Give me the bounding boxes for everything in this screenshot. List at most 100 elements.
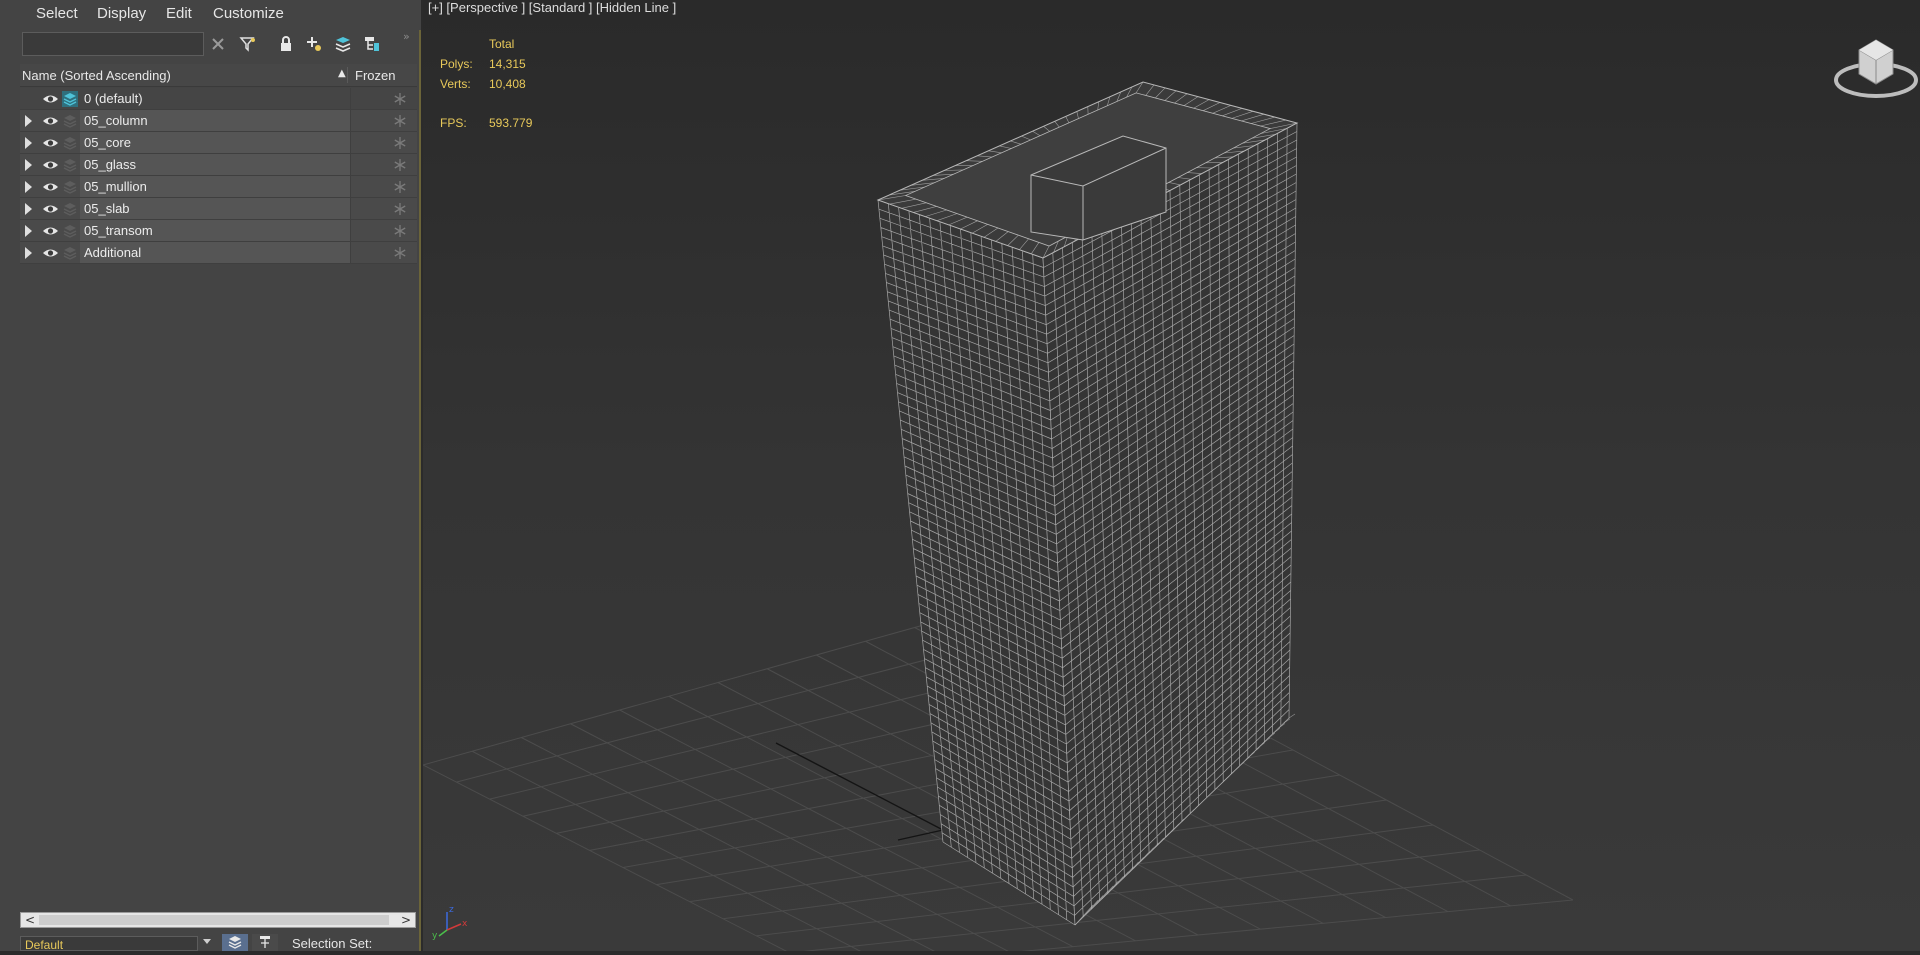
viewcube-icon[interactable] (1833, 28, 1919, 108)
layer-row[interactable]: 05_mullion (20, 176, 417, 198)
axis-gizmo-icon: z x y (432, 905, 468, 940)
current-layer-dropdown[interactable]: Default (20, 936, 198, 952)
column-separator (350, 88, 351, 109)
layer-row[interactable]: 05_core (20, 132, 417, 154)
layer-name-cell[interactable]: 05_glass (80, 154, 350, 175)
lock-icon[interactable] (277, 35, 295, 53)
sort-by-layers-button[interactable] (222, 934, 248, 951)
menu-select[interactable]: Select (36, 5, 78, 22)
freeze-snowflake-icon[interactable] (393, 136, 407, 150)
current-layer-label: Default (25, 938, 64, 952)
layer-icon[interactable] (62, 113, 78, 129)
layer-name-cell[interactable]: 05_transom (80, 220, 350, 241)
layer-row[interactable]: 05_glass (20, 154, 417, 176)
freeze-snowflake-icon[interactable] (393, 180, 407, 194)
column-separator (350, 220, 351, 241)
expand-arrow-icon[interactable] (25, 159, 32, 171)
column-separator (350, 110, 351, 131)
layer-name: 05_glass (84, 157, 137, 172)
column-header-frozen[interactable]: Frozen (355, 68, 395, 83)
layer-name-cell[interactable]: 05_slab (80, 198, 350, 219)
visibility-eye-icon[interactable] (42, 92, 59, 106)
scene-canvas[interactable] (423, 0, 1920, 951)
layer-name-cell[interactable]: 05_column (80, 110, 350, 131)
layer-icon[interactable] (62, 179, 78, 195)
expand-arrow-icon[interactable] (25, 137, 32, 149)
visibility-eye-icon[interactable] (42, 202, 59, 216)
layer-name: 05_core (84, 135, 131, 150)
scroll-left-button[interactable]: < (23, 913, 37, 927)
scene-explorer-panel: Select Display Edit Customize » Name (So… (0, 0, 421, 952)
selection-set-label: Selection Set: (292, 936, 373, 951)
visibility-eye-icon[interactable] (42, 114, 59, 128)
freeze-snowflake-icon[interactable] (393, 114, 407, 128)
verts-label: Verts: (440, 77, 471, 91)
search-input[interactable] (22, 32, 204, 56)
layer-icon[interactable] (62, 201, 78, 217)
sort-ascending-icon: ▲ (338, 68, 346, 79)
sort-by-hierarchy-button[interactable] (252, 934, 278, 951)
horizontal-scrollbar[interactable]: < > (20, 912, 416, 928)
clear-icon[interactable] (209, 35, 227, 53)
expand-arrow-icon[interactable] (25, 181, 32, 193)
layers-mode-icon (228, 936, 242, 949)
visibility-eye-icon[interactable] (42, 180, 59, 194)
active-layer-icon[interactable] (62, 91, 78, 107)
layer-name: 0 (default) (84, 91, 143, 106)
layer-icon[interactable] (62, 157, 78, 173)
expand-arrow-icon[interactable] (25, 225, 32, 237)
column-separator (350, 198, 351, 219)
hierarchy-icon[interactable] (363, 35, 381, 53)
layer-name-cell[interactable]: 05_mullion (80, 176, 350, 197)
menu-customize[interactable]: Customize (213, 5, 284, 22)
layer-name-cell[interactable]: Additional (80, 242, 350, 263)
layer-icon[interactable] (62, 135, 78, 151)
axis-y-label: y (432, 931, 438, 940)
column-separator (350, 154, 351, 175)
freeze-snowflake-icon[interactable] (393, 202, 407, 216)
column-separator (350, 242, 351, 263)
layer-list: 0 (default) 05_column 05_core 05_glass 05_mu… (20, 88, 417, 264)
freeze-snowflake-icon[interactable] (393, 158, 407, 172)
expand-arrow-icon[interactable] (25, 115, 32, 127)
perspective-viewport[interactable]: [+] [Perspective ] [Standard ] [Hidden L… (423, 0, 1920, 951)
layer-icon[interactable] (62, 223, 78, 239)
column-separator (347, 67, 348, 83)
layer-icon[interactable] (62, 245, 78, 261)
expand-arrow-icon[interactable] (25, 203, 32, 215)
axis-z-label: z (449, 905, 454, 915)
viewport-label-menu[interactable]: [+] [Perspective ] [Standard ] [Hidden L… (428, 0, 676, 15)
dropdown-arrow-icon[interactable] (203, 939, 211, 944)
layer-name: 05_transom (84, 223, 153, 238)
layer-row[interactable]: 05_slab (20, 198, 417, 220)
visibility-eye-icon[interactable] (42, 246, 59, 260)
layer-row[interactable]: Additional (20, 242, 417, 264)
scroll-right-button[interactable]: > (399, 913, 413, 927)
column-separator (350, 176, 351, 197)
verts-value: 10,408 (489, 77, 526, 91)
freeze-snowflake-icon[interactable] (393, 92, 407, 106)
menu-bar: Select Display Edit Customize (0, 0, 421, 30)
layer-row[interactable]: 0 (default) (20, 88, 417, 110)
visibility-eye-icon[interactable] (42, 136, 59, 150)
scroll-thumb[interactable] (39, 915, 389, 925)
filter-icon[interactable] (239, 35, 257, 53)
bottom-bar: Default Selection Set: (20, 934, 420, 952)
menu-edit[interactable]: Edit (166, 5, 192, 22)
layer-name: 05_column (84, 113, 148, 128)
menu-display[interactable]: Display (97, 5, 146, 22)
freeze-snowflake-icon[interactable] (393, 224, 407, 238)
layer-name-cell[interactable]: 0 (default) (80, 88, 350, 109)
layers-icon[interactable] (334, 35, 352, 53)
toolbar-overflow[interactable]: » (403, 30, 410, 43)
layer-row[interactable]: 05_transom (20, 220, 417, 242)
layer-name-cell[interactable]: 05_core (80, 132, 350, 153)
layer-name: 05_slab (84, 201, 130, 216)
column-header-name[interactable]: Name (Sorted Ascending) (22, 68, 171, 83)
visibility-eye-icon[interactable] (42, 158, 59, 172)
add-layer-icon[interactable] (305, 35, 323, 53)
visibility-eye-icon[interactable] (42, 224, 59, 238)
layer-row[interactable]: 05_column (20, 110, 417, 132)
expand-arrow-icon[interactable] (25, 247, 32, 259)
freeze-snowflake-icon[interactable] (393, 246, 407, 260)
